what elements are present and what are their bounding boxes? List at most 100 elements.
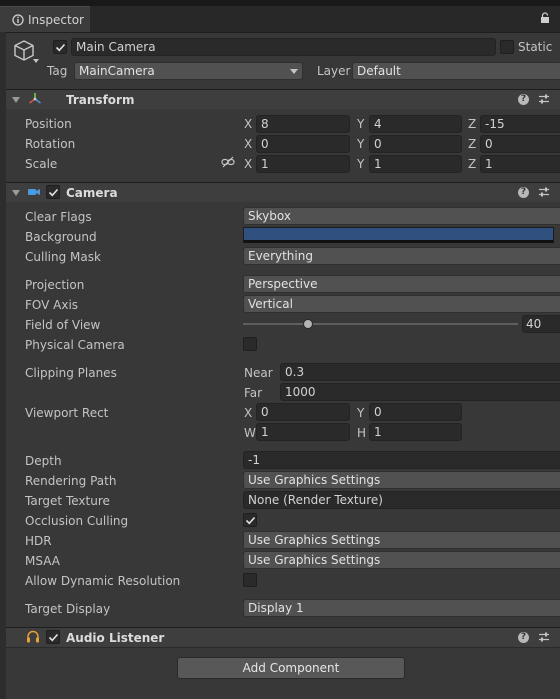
fov-slider-thumb[interactable]: [303, 319, 313, 329]
msaa-value: Use Graphics Settings: [248, 553, 381, 567]
position-y-field[interactable]: 4: [369, 115, 462, 133]
viewport-x-field[interactable]: 0: [256, 403, 350, 421]
scale-z-field[interactable]: 1: [480, 155, 560, 173]
msaa-label: MSAA: [25, 554, 60, 568]
field-of-view-label: Field of View: [25, 318, 101, 332]
object-name-field[interactable]: Main Camera: [71, 38, 496, 56]
settings-sliders-icon[interactable]: [538, 631, 550, 646]
static-toggle[interactable]: [500, 40, 514, 54]
rendering-path-value: Use Graphics Settings: [248, 473, 381, 487]
icon-dropdown-arrow-icon[interactable]: [33, 59, 39, 63]
position-label: Position: [25, 117, 72, 131]
depth-label: Depth: [25, 454, 62, 468]
axis-z-label: Z: [468, 137, 477, 151]
clear-flags-label: Clear Flags: [25, 210, 92, 224]
projection-dropdown[interactable]: Perspective: [243, 275, 560, 293]
settings-sliders-icon[interactable]: [538, 186, 550, 201]
fov-axis-value: Vertical: [248, 297, 293, 311]
rotation-z-field[interactable]: 0: [480, 135, 560, 153]
viewport-y-field[interactable]: 0: [369, 403, 462, 421]
physical-camera-toggle[interactable]: [243, 337, 257, 351]
viewport-h-field[interactable]: 1: [369, 423, 462, 441]
axis-y-label: Y: [357, 157, 365, 171]
camera-icon: [27, 186, 41, 201]
target-display-dropdown[interactable]: Display 1: [243, 599, 560, 617]
culling-mask-dropdown[interactable]: Everything: [243, 247, 560, 265]
hdr-label: HDR: [25, 534, 52, 548]
hdr-dropdown[interactable]: Use Graphics Settings: [243, 531, 560, 549]
help-icon[interactable]: ?: [518, 94, 529, 105]
add-component-button[interactable]: Add Component: [177, 657, 405, 679]
axis-w-label: W: [244, 426, 256, 440]
settings-sliders-icon[interactable]: [538, 93, 550, 108]
clear-flags-dropdown[interactable]: Skybox: [243, 207, 560, 225]
position-x-field[interactable]: 8: [256, 115, 350, 133]
axis-x-label: X: [244, 137, 253, 151]
section-divider: [6, 647, 560, 648]
hdr-value: Use Graphics Settings: [248, 533, 381, 547]
tag-dropdown[interactable]: MainCamera: [74, 62, 303, 80]
far-label: Far: [244, 386, 263, 400]
rotation-x-field[interactable]: 0: [256, 135, 350, 153]
chevron-down-icon: [290, 69, 298, 74]
axis-z-label: Z: [468, 117, 477, 131]
position-z-field[interactable]: -15: [480, 115, 560, 133]
layer-value: Default: [357, 64, 401, 78]
fov-slider-track[interactable]: [243, 323, 518, 325]
dynamic-resolution-label: Allow Dynamic Resolution: [25, 574, 181, 588]
layer-dropdown[interactable]: Default: [352, 62, 560, 80]
depth-field[interactable]: -1: [243, 451, 560, 469]
physical-camera-label: Physical Camera: [25, 338, 125, 352]
foldout-arrow-icon[interactable]: [12, 190, 20, 196]
rotation-y-field[interactable]: 0: [369, 135, 462, 153]
background-color-swatch[interactable]: [243, 227, 554, 243]
help-icon[interactable]: ?: [518, 632, 529, 643]
msaa-dropdown[interactable]: Use Graphics Settings: [243, 551, 560, 569]
far-field[interactable]: 1000: [280, 383, 560, 401]
lock-icon[interactable]: [540, 12, 550, 26]
viewport-rect-label: Viewport Rect: [25, 406, 109, 420]
layer-label: Layer: [317, 64, 351, 78]
foldout-arrow-icon[interactable]: [12, 97, 20, 103]
headphones-icon: [26, 630, 40, 646]
clear-flags-value: Skybox: [248, 209, 291, 223]
fov-axis-dropdown[interactable]: Vertical: [243, 295, 560, 313]
transform-title: Transform: [66, 93, 135, 107]
rendering-path-dropdown[interactable]: Use Graphics Settings: [243, 471, 560, 489]
occlusion-culling-toggle[interactable]: [243, 513, 257, 527]
background-label: Background: [25, 230, 97, 244]
axis-z-label: Z: [468, 157, 477, 171]
culling-mask-value: Everything: [248, 249, 313, 263]
axis-y-label: Y: [357, 137, 365, 151]
scale-label: Scale: [25, 157, 58, 171]
near-field[interactable]: 0.3: [280, 363, 560, 381]
rotation-label: Rotation: [25, 137, 76, 151]
projection-label: Projection: [25, 278, 85, 292]
constrain-proportions-link-icon[interactable]: [221, 156, 235, 171]
camera-enabled-toggle[interactable]: [46, 185, 60, 199]
dynamic-resolution-toggle[interactable]: [243, 573, 257, 587]
scale-x-field[interactable]: 1: [256, 155, 350, 173]
fov-value-field[interactable]: 40: [522, 315, 560, 333]
axis-x-label: X: [244, 157, 253, 171]
fov-axis-label: FOV Axis: [25, 298, 79, 312]
static-label: Static: [518, 40, 553, 54]
target-display-label: Target Display: [25, 602, 111, 616]
target-texture-label: Target Texture: [25, 494, 110, 508]
scale-y-field[interactable]: 1: [369, 155, 462, 173]
help-icon[interactable]: ?: [518, 187, 529, 198]
audio-listener-enabled-toggle[interactable]: [46, 630, 60, 644]
projection-value: Perspective: [248, 277, 318, 291]
axis-y-label: Y: [357, 406, 365, 420]
viewport-w-field[interactable]: 1: [256, 423, 350, 441]
axis-h-label: H: [357, 426, 367, 440]
target-display-value: Display 1: [248, 601, 304, 615]
target-texture-field[interactable]: None (Render Texture): [243, 491, 560, 509]
active-toggle[interactable]: [53, 40, 67, 54]
info-icon: [12, 14, 24, 29]
near-label: Near: [244, 366, 273, 380]
camera-title: Camera: [66, 186, 118, 200]
clipping-planes-label: Clipping Planes: [25, 366, 117, 380]
tag-value: MainCamera: [79, 64, 155, 78]
tab-label: Inspector: [28, 13, 84, 27]
